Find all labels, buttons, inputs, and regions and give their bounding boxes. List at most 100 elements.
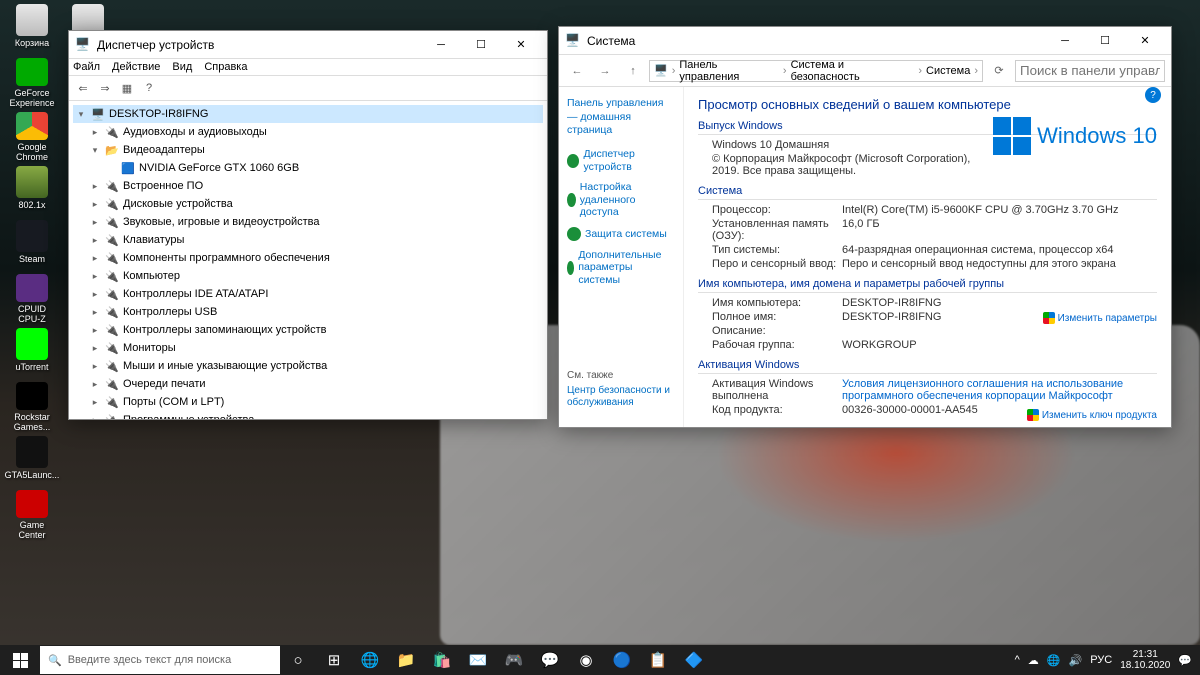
desktop-icon[interactable]: Steam	[6, 220, 58, 270]
cortana-button[interactable]: ○	[280, 645, 316, 675]
tree-item[interactable]: ▸🔌Клавиатуры	[73, 231, 543, 249]
xbox-icon[interactable]: 🎮	[496, 645, 532, 675]
forward-button[interactable]: ⇒	[95, 78, 115, 98]
app-icon[interactable]: 🔷	[676, 645, 712, 675]
desktop-icon[interactable]: Game Center	[6, 490, 58, 540]
address-bar[interactable]: 🖥️ › Панель управления›Система и безопас…	[649, 60, 983, 82]
tree-item[interactable]: ▸🔌Звуковые, игровые и видеоустройства	[73, 213, 543, 231]
tray-chevron-icon[interactable]: ^	[1015, 654, 1020, 666]
change-product-key-link[interactable]: Изменить ключ продукта	[1027, 409, 1157, 421]
tree-item[interactable]: ▾📂Видеоадаптеры	[73, 141, 543, 159]
desktop-icon[interactable]: Корзина	[6, 4, 58, 54]
property-row: Имя компьютера:DESKTOP-IR8IFNG	[712, 297, 1157, 309]
steam-icon[interactable]: ◉	[568, 645, 604, 675]
tree-item[interactable]: ▸🔌Аудиовходы и аудиовыходы	[73, 123, 543, 141]
device-category-icon: 🔌	[104, 340, 120, 356]
close-button[interactable]: ✕	[501, 32, 541, 58]
sidebar-home-link[interactable]: Панель управления — домашняя страница	[567, 97, 675, 138]
device-category-icon: 🔌	[104, 196, 120, 212]
app-icon	[16, 112, 48, 140]
titlebar[interactable]: 🖥️ Система ─ ☐ ✕	[559, 27, 1171, 55]
minimize-button[interactable]: ─	[1045, 28, 1085, 54]
sidebar-link[interactable]: Диспетчер устройств	[567, 148, 675, 173]
tree-item[interactable]: ▸🔌Контроллеры USB	[73, 303, 543, 321]
menu-item[interactable]: Вид	[172, 61, 192, 73]
toolbar: ⇐ ⇒ ▦ ?	[69, 75, 547, 101]
app-icon[interactable]: 📋	[640, 645, 676, 675]
license-terms-link[interactable]: Условия лицензионного соглашения на испо…	[842, 378, 1157, 402]
notifications-button[interactable]: 💬	[1178, 654, 1192, 667]
desktop-icon[interactable]: GTA5Launc...	[6, 436, 58, 486]
desktop-icon[interactable]: Google Chrome	[6, 112, 58, 162]
change-settings-link[interactable]: Изменить параметры	[1043, 312, 1157, 324]
device-category-icon: 🔌	[104, 268, 120, 284]
copyright: © Корпорация Майкрософт (Microsoft Corpo…	[712, 153, 972, 177]
tree-item[interactable]: ▸🔌Компьютер	[73, 267, 543, 285]
property-row: Установленная память (ОЗУ):16,0 ГБ	[712, 218, 1157, 242]
desktop-icon[interactable]: Rockstar Games...	[6, 382, 58, 432]
store-icon[interactable]: 🛍️	[424, 645, 460, 675]
maximize-button[interactable]: ☐	[461, 32, 501, 58]
tree-item[interactable]: ▸🔌Мониторы	[73, 339, 543, 357]
explorer-icon[interactable]: 📁	[388, 645, 424, 675]
tree-item[interactable]: 🟦NVIDIA GeForce GTX 1060 6GB	[73, 159, 543, 177]
tree-item[interactable]: ▸🔌Контроллеры запоминающих устройств	[73, 321, 543, 339]
app-icon	[16, 166, 48, 198]
task-view-button[interactable]: ⊞	[316, 645, 352, 675]
breadcrumb-item[interactable]: Панель управления	[679, 59, 779, 83]
forward-button[interactable]: →	[593, 59, 617, 83]
refresh-button[interactable]: ⟳	[987, 59, 1011, 83]
menu-item[interactable]: Файл	[73, 61, 100, 73]
discord-icon[interactable]: 💬	[532, 645, 568, 675]
back-button[interactable]: ←	[565, 59, 589, 83]
activation-status: Активация Windows выполнена	[712, 378, 842, 402]
tray-volume-icon[interactable]: 🔊	[1069, 654, 1083, 667]
back-button[interactable]: ⇐	[73, 78, 93, 98]
device-tree[interactable]: ▾🖥️DESKTOP-IR8IFNG▸🔌Аудиовходы и аудиовы…	[69, 101, 547, 419]
security-center-link[interactable]: Центр безопасности и обслуживания	[567, 385, 683, 409]
start-button[interactable]	[0, 645, 40, 675]
refresh-button[interactable]: ?	[139, 78, 159, 98]
menu-item[interactable]: Справка	[204, 61, 247, 73]
up-button[interactable]: ↑	[621, 59, 645, 83]
menu-item[interactable]: Действие	[112, 61, 160, 73]
breadcrumb-item[interactable]: Система	[926, 65, 970, 77]
desktop-icon[interactable]: uTorrent	[6, 328, 58, 378]
device-category-icon: 🔌	[104, 178, 120, 194]
device-category-icon: 🔌	[104, 376, 120, 392]
titlebar[interactable]: 🖥️ Диспетчер устройств ─ ☐ ✕	[69, 31, 547, 59]
desktop-icon[interactable]: CPUID CPU-Z	[6, 274, 58, 324]
desktop-icon[interactable]: GeForce Experience	[6, 58, 58, 108]
mail-icon[interactable]: ✉️	[460, 645, 496, 675]
close-button[interactable]: ✕	[1125, 28, 1165, 54]
desktop-icon[interactable]: 802.1x	[6, 166, 58, 216]
tray-clock[interactable]: 21:3118.10.2020	[1120, 649, 1170, 671]
property-row: Тип системы:64-разрядная операционная си…	[712, 244, 1157, 256]
tray-language[interactable]: РУС	[1090, 654, 1112, 666]
sidebar-link[interactable]: Защита системы	[567, 227, 675, 241]
tree-item[interactable]: ▸🔌Порты (COM и LPT)	[73, 393, 543, 411]
taskbar-search[interactable]: 🔍Введите здесь текст для поиска	[40, 646, 280, 674]
search-input[interactable]	[1015, 60, 1165, 82]
sidebar: Панель управления — домашняя страница Ди…	[559, 87, 684, 427]
tree-item[interactable]: ▸🔌Мыши и иные указывающие устройства	[73, 357, 543, 375]
product-key-label: Код продукта:	[712, 404, 842, 416]
sidebar-link[interactable]: Дополнительные параметры системы	[567, 249, 675, 287]
tree-item[interactable]: ▸🔌Дисковые устройства	[73, 195, 543, 213]
tree-item[interactable]: ▸🔌Программные устройства	[73, 411, 543, 419]
tree-item[interactable]: ▾🖥️DESKTOP-IR8IFNG	[73, 105, 543, 123]
tree-item[interactable]: ▸🔌Встроенное ПО	[73, 177, 543, 195]
tree-item[interactable]: ▸🔌Контроллеры IDE ATA/ATAPI	[73, 285, 543, 303]
tree-item[interactable]: ▸🔌Очереди печати	[73, 375, 543, 393]
minimize-button[interactable]: ─	[421, 32, 461, 58]
tree-item[interactable]: ▸🔌Компоненты программного обеспечения	[73, 249, 543, 267]
up-button[interactable]: ▦	[117, 78, 137, 98]
page-heading: Просмотр основных сведений о вашем компь…	[698, 97, 1157, 112]
edge-icon[interactable]: 🌐	[352, 645, 388, 675]
tray-cloud-icon[interactable]: ☁	[1028, 654, 1039, 667]
breadcrumb-item[interactable]: Система и безопасность	[791, 59, 915, 83]
sidebar-link[interactable]: Настройка удаленного доступа	[567, 181, 675, 219]
maximize-button[interactable]: ☐	[1085, 28, 1125, 54]
tray-network-icon[interactable]: 🌐	[1047, 654, 1061, 667]
chrome-icon[interactable]: 🔵	[604, 645, 640, 675]
